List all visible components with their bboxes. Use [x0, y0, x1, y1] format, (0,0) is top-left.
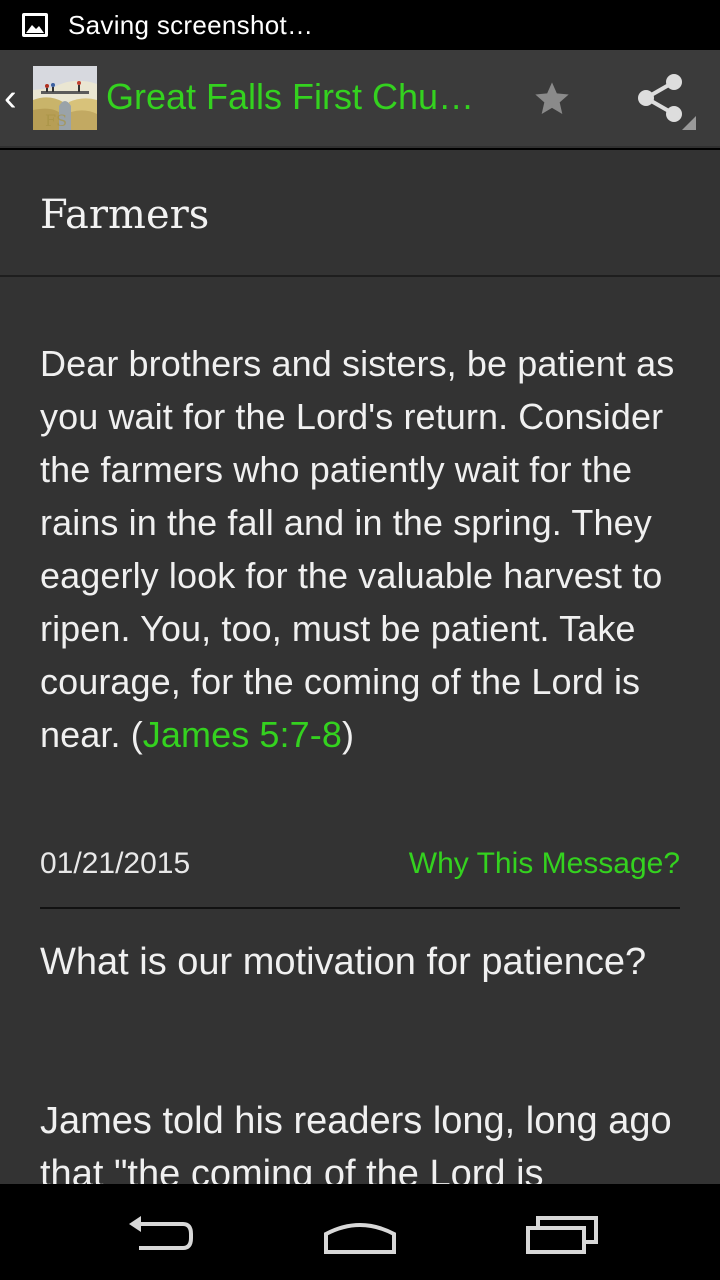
app-title: Great Falls First Chur…: [106, 76, 486, 117]
share-button[interactable]: [630, 70, 700, 134]
favorite-button[interactable]: [524, 72, 580, 126]
meta-row: 01/21/2015 Why This Message?: [40, 844, 680, 884]
home-icon: [324, 1223, 396, 1254]
chevron-left-icon[interactable]: ‹: [4, 78, 26, 118]
image-icon: [22, 13, 48, 37]
recents-icon: [526, 1216, 598, 1254]
back-button[interactable]: [110, 1204, 210, 1264]
body-divider: [40, 907, 680, 909]
scripture-close-paren: ): [341, 714, 355, 755]
star-icon: [535, 82, 569, 114]
body-paragraph: What is our motivation for patience?: [40, 941, 647, 983]
post-date: 01/21/2015: [40, 847, 191, 880]
why-this-message-link[interactable]: Why This Message?: [409, 847, 680, 881]
recents-button[interactable]: [512, 1204, 612, 1264]
status-bar: Saving screenshot…: [0, 0, 720, 50]
home-button[interactable]: [310, 1204, 410, 1264]
status-text: Saving screenshot…: [68, 9, 314, 40]
post-title: Farmers: [40, 192, 210, 238]
body-paragraph: James told his readers long, long ago th…: [40, 1100, 672, 1184]
app-logo[interactable]: FS: [33, 66, 97, 130]
scripture-open-paren: (: [130, 714, 143, 755]
action-bar: ‹ FS Great Falls First Chur…: [0, 50, 720, 148]
title-divider: [0, 275, 720, 277]
scripture-reference-link[interactable]: James 5:7-8: [143, 714, 342, 755]
scripture-passage: Dear brothers and sisters, be patient as…: [40, 337, 690, 761]
navigation-bar: [0, 1184, 720, 1280]
svg-text:FS: FS: [45, 111, 67, 130]
share-icon: [638, 74, 696, 130]
devotional-content[interactable]: Farmers Dear brothers and sisters, be pa…: [0, 150, 720, 1184]
message-body: What is our motivation for patience? Jam…: [40, 936, 690, 1184]
scripture-text: Dear brothers and sisters, be patient as…: [40, 343, 675, 755]
back-icon: [129, 1216, 193, 1250]
